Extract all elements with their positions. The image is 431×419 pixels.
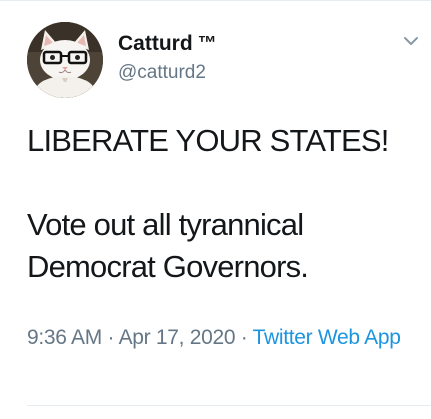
avatar[interactable] [27, 22, 103, 98]
meta-separator: · [235, 326, 253, 349]
author-badge: ™ [197, 33, 217, 54]
tweet-metadata: 9:36 AM · Apr 17, 2020 · Twitter Web App [27, 323, 422, 353]
author-display-name[interactable]: Catturd [118, 32, 193, 56]
cat-with-glasses-icon [27, 22, 103, 98]
tweet-source-link[interactable]: Twitter Web App [253, 326, 401, 349]
bottom-divider [27, 405, 431, 406]
meta-separator: · [101, 326, 119, 349]
tweet-text-line: Vote out all tyrannical Democrat Governo… [27, 207, 309, 284]
tweet-text: LIBERATE YOUR STATES! Vote out all tyran… [27, 120, 422, 288]
chevron-down-icon [404, 37, 418, 45]
tweet-menu-button[interactable] [400, 30, 422, 52]
top-divider [0, 0, 431, 1]
author-handle[interactable]: @catturd2 [118, 62, 206, 84]
author-name-row[interactable]: Catturd ™ [118, 32, 217, 56]
tweet-date[interactable]: Apr 17, 2020 [119, 326, 236, 349]
tweet-time[interactable]: 9:36 AM [27, 326, 102, 349]
tweet-text-line: LIBERATE YOUR STATES! [27, 123, 389, 158]
tweet-card: Catturd ™ @catturd2 LIBERATE YOUR STATES… [0, 0, 431, 419]
